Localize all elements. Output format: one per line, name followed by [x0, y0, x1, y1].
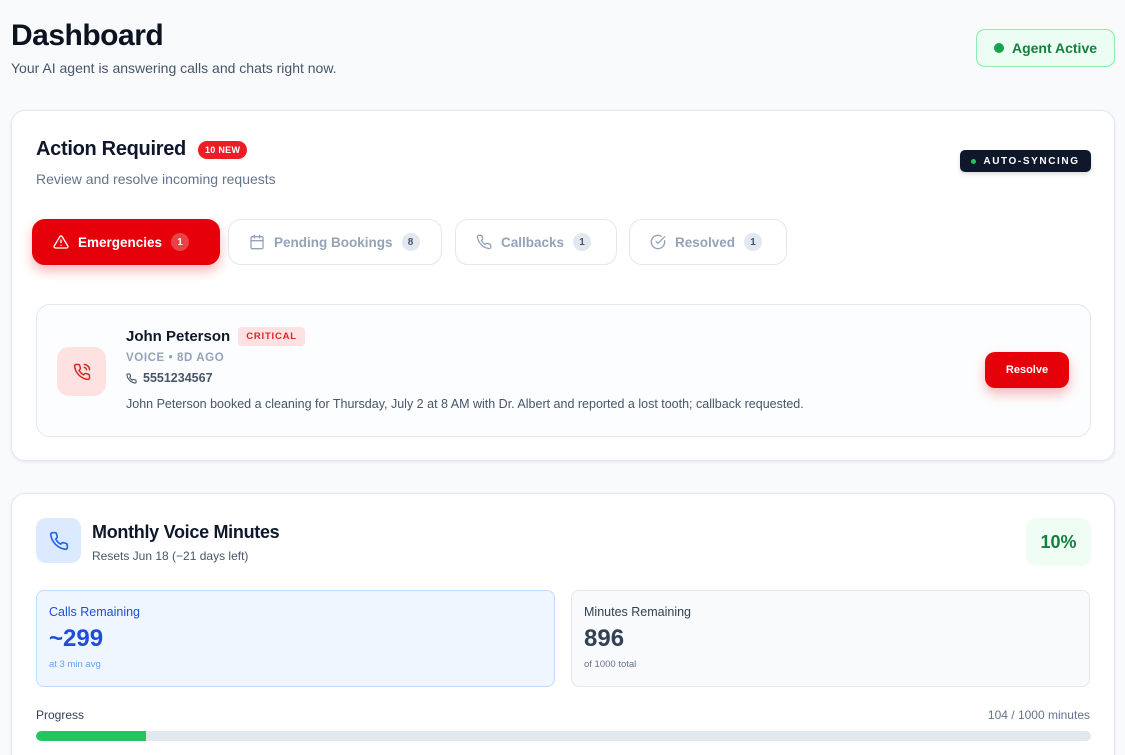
stat-note: at 3 min avg — [49, 659, 101, 670]
page-subtitle: Your AI agent is answering calls and cha… — [11, 60, 337, 76]
agent-status-label: Agent Active — [1011, 40, 1098, 56]
page-header: Dashboard Your AI agent is answering cal… — [11, 18, 337, 76]
tab-callbacks[interactable]: Callbacks 1 — [455, 219, 617, 265]
tab-resolved[interactable]: Resolved 1 — [629, 219, 787, 265]
request-item: John Peterson CRITICAL VOICE • 8D AGO 55… — [36, 304, 1091, 437]
resolve-button[interactable]: Resolve — [985, 352, 1069, 388]
progress-fill — [36, 731, 146, 741]
minutes-reset-info: Resets Jun 18 (−21 days left) — [92, 549, 249, 563]
tab-pending-bookings[interactable]: Pending Bookings 8 — [228, 219, 442, 265]
check-circle-icon — [650, 234, 666, 250]
action-required-card: Action Required 10 NEW Review and resolv… — [11, 110, 1115, 461]
phone-call-icon — [73, 363, 90, 380]
tab-emergencies[interactable]: Emergencies 1 — [32, 219, 220, 265]
phone-icon — [126, 372, 137, 384]
tab-label: Callbacks — [501, 234, 565, 250]
sync-dot-icon — [971, 158, 977, 164]
phone-icon — [476, 234, 492, 250]
status-dot-icon — [993, 43, 1004, 53]
tab-label: Emergencies — [78, 234, 163, 250]
stat-note: of 1000 total — [584, 659, 637, 670]
phone-number: 5551234567 — [143, 371, 213, 385]
calls-remaining-stat: Calls Remaining ~299 at 3 min avg — [36, 590, 555, 687]
progress-value: 104 / 1000 minutes — [987, 708, 1090, 722]
calendar-icon — [250, 234, 264, 250]
tab-count-badge: 1 — [744, 233, 763, 251]
alert-triangle-icon — [53, 235, 69, 249]
tab-label: Resolved — [675, 234, 736, 250]
stat-label: Calls Remaining — [49, 605, 141, 619]
tab-count-badge: 8 — [401, 233, 420, 251]
tab-count-badge: 1 — [171, 233, 190, 251]
sync-status-label: AUTO-SYNCING — [983, 155, 1080, 167]
minutes-title: Monthly Voice Minutes — [92, 522, 280, 542]
stat-value: ~299 — [49, 625, 104, 652]
usage-percent-badge: 10% — [1026, 518, 1091, 566]
phone-icon — [49, 531, 68, 550]
auto-syncing-badge: AUTO-SYNCING — [960, 150, 1091, 172]
new-count-badge: 10 NEW — [197, 140, 248, 159]
minutes-icon-box — [36, 518, 81, 563]
page-title: Dashboard — [11, 19, 164, 52]
request-type-icon — [57, 347, 106, 396]
severity-badge: CRITICAL — [238, 327, 305, 346]
stat-value: 896 — [584, 625, 625, 652]
stat-label: Minutes Remaining — [584, 605, 691, 619]
agent-status-badge[interactable]: Agent Active — [976, 29, 1115, 67]
request-meta: VOICE • 8D AGO — [126, 352, 225, 364]
caller-name: John Peterson — [126, 328, 231, 345]
section-title: Action Required — [36, 138, 186, 160]
usage-progress-bar — [36, 731, 1091, 741]
section-subtitle: Review and resolve incoming requests — [36, 171, 276, 187]
progress-label: Progress — [36, 708, 85, 722]
tab-label: Pending Bookings — [274, 234, 393, 250]
tab-count-badge: 1 — [573, 233, 592, 251]
request-summary: John Peterson booked a cleaning for Thur… — [126, 397, 804, 411]
action-required-heading: Action Required 10 NEW — [36, 138, 248, 161]
voice-minutes-card: Monthly Voice Minutes Resets Jun 18 (−21… — [11, 493, 1115, 755]
request-header: John Peterson CRITICAL — [126, 327, 305, 346]
caller-phone[interactable]: 5551234567 — [126, 371, 213, 385]
minutes-remaining-stat: Minutes Remaining 896 of 1000 total — [571, 590, 1090, 687]
